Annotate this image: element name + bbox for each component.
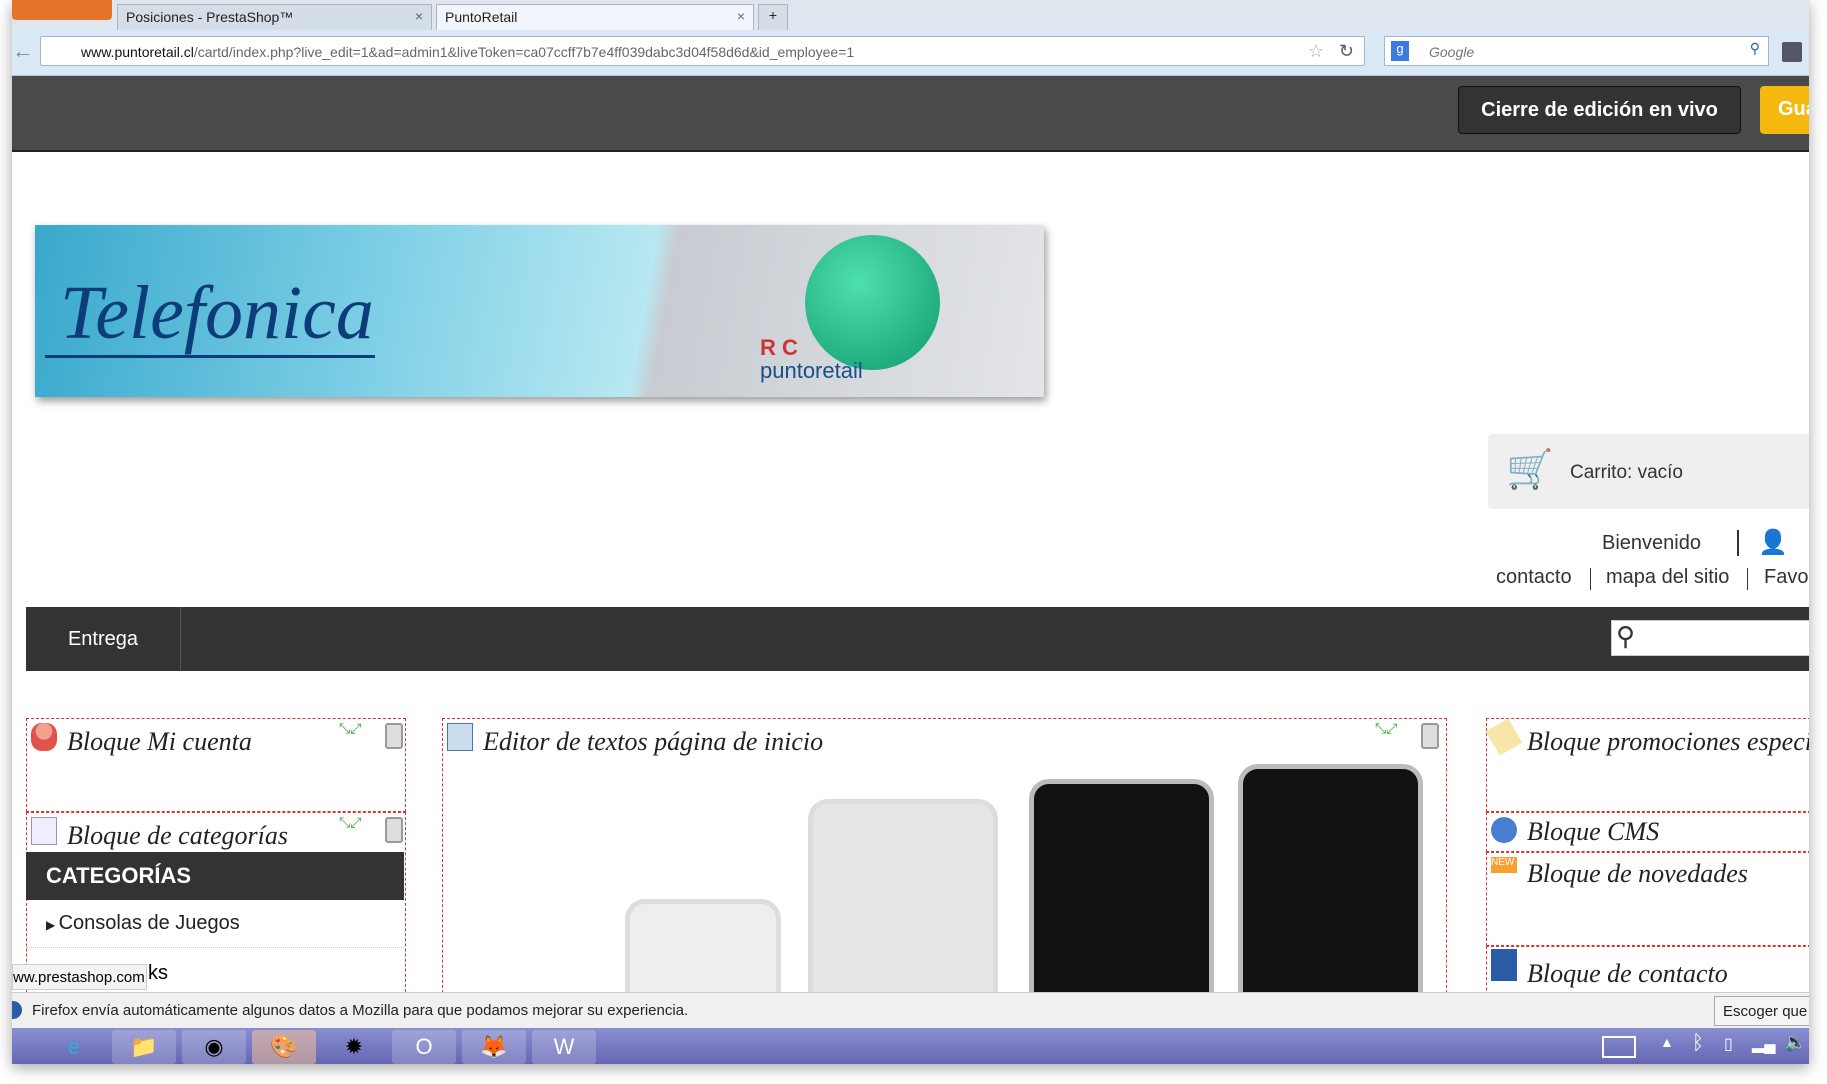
link-sitemap[interactable]: mapa del sitio <box>1606 566 1729 589</box>
divider <box>1737 530 1739 556</box>
tab-posiciones[interactable]: Posiciones - PrestaShop™ × <box>117 4 432 30</box>
url-path: /cartd/index.php?live_edit=1&ad=admin1&l… <box>193 44 855 60</box>
ipod-classic-image <box>808 799 998 1007</box>
welcome-text: Bienvenido <box>1602 532 1701 554</box>
divider <box>1747 568 1748 590</box>
browser-window: Posiciones - PrestaShop™ × PuntoRetail × +… <box>12 0 1809 1064</box>
main-menu: Entrega ⚲ <box>26 607 1809 671</box>
live-edit-bar: Cierre de edición en vivo Guardar <box>12 76 1809 152</box>
bluetooth-icon[interactable]: ᛒ <box>1692 1032 1704 1055</box>
show-hidden-icons[interactable]: ▲ <box>1660 1034 1674 1050</box>
move-icon[interactable]: ⤡⤢ <box>339 815 369 845</box>
back-icon[interactable]: ← <box>12 38 34 64</box>
block-title: Editor de textos página de inicio <box>483 727 824 756</box>
block-title: Bloque CMS <box>1527 817 1660 846</box>
chrome-icon[interactable]: ◉ <box>182 1030 246 1064</box>
notification-bar: Firefox envía automáticamente algunos da… <box>12 992 1809 1028</box>
ipod-touch-image <box>1029 779 1214 1007</box>
tab-label: Posiciones - PrestaShop™ <box>126 9 294 25</box>
block-title: Bloque promociones especiales <box>1527 727 1809 756</box>
tag-icon <box>1485 718 1523 756</box>
internet-explorer-icon[interactable]: e <box>42 1030 106 1064</box>
bookmarks-icon[interactable] <box>1782 42 1802 62</box>
firefox-menu-button[interactable] <box>12 0 112 20</box>
block-new-products[interactable]: NEW Bloque de novedades <box>1486 852 1809 946</box>
google-icon: g <box>1391 41 1409 61</box>
status-url: ww.prestashop.com <box>12 964 147 990</box>
block-cms[interactable]: Bloque CMS <box>1486 812 1809 852</box>
taskbar: e 📁 ◉ 🎨 ✹ O 🦊 W ▲ ᛒ ▯ ▂▄ 🔈 <box>12 1028 1809 1064</box>
caret-right-icon: ▶ <box>46 918 59 932</box>
choose-share-button[interactable]: Escoger que compartir <box>1714 996 1809 1026</box>
close-live-edit-button[interactable]: Cierre de edición en vivo <box>1458 86 1741 134</box>
info-icon <box>1491 817 1517 843</box>
cart-block[interactable]: 🛒 Carrito: vacío <box>1488 434 1809 509</box>
paint-icon[interactable]: 🎨 <box>252 1030 316 1064</box>
partial-text: ks <box>148 962 168 984</box>
block-specials[interactable]: Bloque promociones especiales <box>1485 718 1809 812</box>
signal-icon[interactable]: ▂▄ <box>1752 1034 1776 1054</box>
url-bar[interactable]: www.puntoretail.cl/cartd/index.php?live_… <box>40 36 1365 66</box>
picasa-icon[interactable]: ✹ <box>322 1030 386 1064</box>
firefox-icon[interactable]: 🦊 <box>462 1030 526 1064</box>
word-icon[interactable]: W <box>532 1030 596 1064</box>
block-title: Bloque de novedades <box>1527 859 1748 888</box>
cart-icon: 🛒 <box>1506 449 1554 491</box>
logo-puntoretail: puntoretail <box>760 358 863 383</box>
category-list-icon <box>31 817 57 845</box>
shopping-cart-logo-icon <box>805 235 940 370</box>
header-banner[interactable]: Telefonica R C puntoretail <box>35 225 1044 397</box>
navigation-toolbar: ← www.puntoretail.cl/cartd/index.php?liv… <box>12 30 1809 76</box>
search-placeholder: Google <box>1429 44 1475 60</box>
close-tab-icon[interactable]: × <box>737 8 745 24</box>
bookmark-star-icon[interactable]: ☆ <box>1308 41 1324 62</box>
tab-puntoretail[interactable]: PuntoRetail × <box>436 4 754 30</box>
cart-status: Carrito: vacío <box>1570 462 1683 483</box>
category-item[interactable]: ▶ Consolas de Juegos <box>26 900 404 948</box>
outlook-icon[interactable]: O <box>392 1030 456 1064</box>
search-icon[interactable]: ⚲ <box>1750 40 1760 57</box>
contact-icon <box>1491 949 1517 981</box>
magnifier-icon[interactable]: ⚲ <box>1616 621 1635 652</box>
document-icon <box>447 723 473 751</box>
block-title: Bloque de contacto <box>1527 959 1728 988</box>
tab-bar: Posiciones - PrestaShop™ × PuntoRetail × + <box>12 0 1809 30</box>
site-search-input[interactable]: ⚲ <box>1611 620 1809 656</box>
user-icon[interactable]: 👤 <box>1758 528 1788 557</box>
reload-icon[interactable]: ↻ <box>1339 41 1354 62</box>
block-homepage-editor[interactable]: Editor de textos página de inicio ⤡⤢ <box>442 718 1447 1008</box>
battery-icon[interactable]: ▯ <box>1724 1034 1733 1054</box>
notification-text: Firefox envía automáticamente algunos da… <box>32 1002 689 1019</box>
volume-icon[interactable]: 🔈 <box>1784 1032 1806 1053</box>
new-icon: NEW <box>1491 857 1517 873</box>
delete-icon[interactable] <box>1421 723 1439 749</box>
block-title: Bloque Mi cuenta <box>67 727 252 756</box>
category-label: Consolas de Juegos <box>58 912 240 934</box>
link-favoritos[interactable]: Favoritos <box>1764 566 1809 589</box>
search-bar[interactable]: g Google ⚲ <box>1384 36 1769 66</box>
url-domain: www.puntoretail.cl <box>81 44 194 60</box>
save-button[interactable]: Guardar <box>1760 86 1809 134</box>
delete-icon[interactable] <box>385 817 403 843</box>
iphone-image <box>1238 764 1423 1007</box>
block-my-account[interactable]: Bloque Mi cuenta ⤡⤢ <box>26 718 406 812</box>
info-icon <box>12 1001 22 1019</box>
move-icon[interactable]: ⤡⤢ <box>339 721 369 751</box>
move-icon[interactable]: ⤡⤢ <box>1375 721 1405 751</box>
keyboard-icon[interactable] <box>1602 1036 1636 1058</box>
file-explorer-icon[interactable]: 📁 <box>112 1030 176 1064</box>
user-account-icon <box>31 723 57 751</box>
tab-label: PuntoRetail <box>445 9 518 25</box>
logo-underline <box>45 355 375 358</box>
close-tab-icon[interactable]: × <box>415 8 423 24</box>
menu-item-entrega[interactable]: Entrega <box>26 607 181 671</box>
new-tab-button[interactable]: + <box>758 4 788 30</box>
telefonica-logo: Telefonica <box>60 271 374 355</box>
categories-heading: CATEGORÍAS <box>26 852 404 900</box>
block-title: Bloque de categorías <box>67 821 288 850</box>
divider <box>1590 568 1591 590</box>
link-contacto[interactable]: contacto <box>1496 566 1572 589</box>
delete-icon[interactable] <box>385 723 403 749</box>
